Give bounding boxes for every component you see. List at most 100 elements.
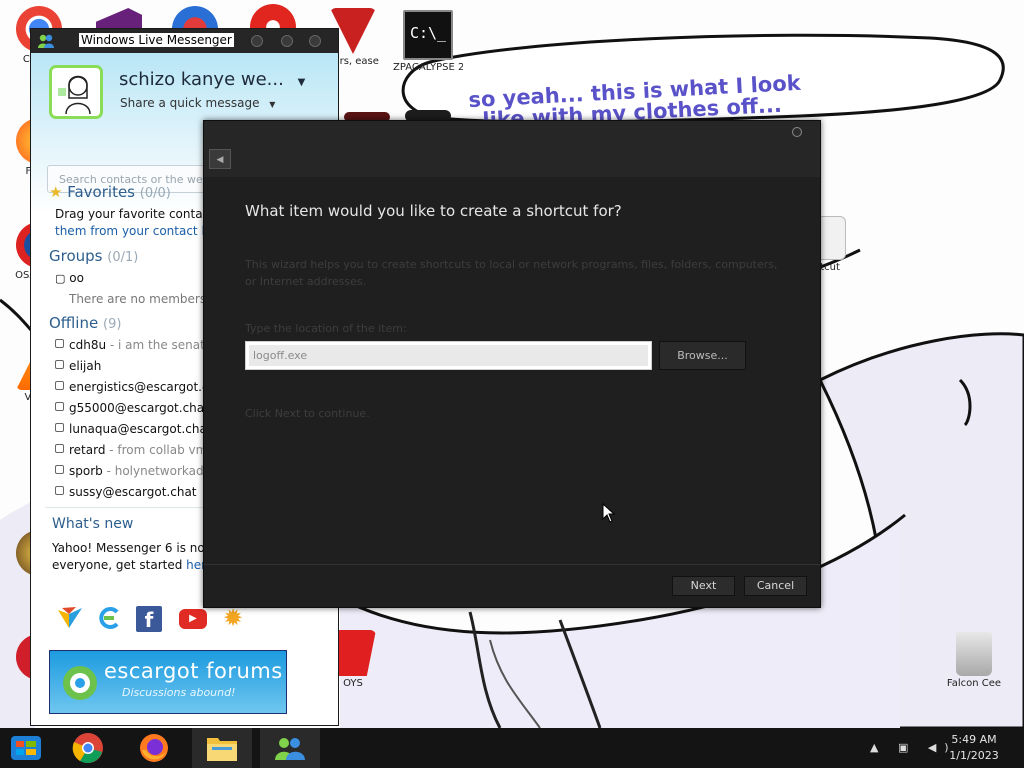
minimize-button[interactable] [251, 35, 263, 47]
taskbar-firefox[interactable] [126, 728, 182, 768]
chevron-down-icon[interactable]: ▼ [269, 100, 275, 109]
create-shortcut-dialog: ◀ What item would you like to create a s… [203, 120, 821, 608]
contact-name: sporb [69, 464, 103, 478]
taskbar-chrome[interactable] [60, 728, 116, 768]
chrome-icon [72, 733, 103, 764]
youtube-icon[interactable]: ▶ [179, 609, 207, 629]
whats-new-text: everyone, get started [52, 558, 187, 572]
favorites-hint-link[interactable]: them from your contact lis [55, 224, 214, 238]
contact-status-icon [55, 486, 64, 495]
display-name-text: schizo kanye we... [119, 69, 284, 90]
dialog-intro-line1: This wizard helps you to create shortcut… [245, 258, 778, 271]
desktop-icon-label: ZPACALYPSE 2.3 [393, 62, 463, 73]
favorites-header[interactable]: ★ Favorites (0/0) [49, 183, 171, 201]
contact-message: - from collab vm [105, 443, 208, 457]
location-input[interactable]: logoff.exe [245, 341, 652, 370]
facebook-icon[interactable]: f [136, 606, 162, 632]
groups-header[interactable]: Groups (0/1) [49, 247, 138, 265]
dialog-intro-line2: or Internet addresses. [245, 275, 367, 288]
escargot-forums-banner[interactable]: escargot forums Discussions abound! [49, 650, 287, 714]
contact-row[interactable]: sussy@escargot.chat [55, 485, 197, 499]
desktop-icon-zpacalypse[interactable]: C:\_ ZPACALYPSE 2.3 [393, 10, 463, 73]
messenger-titlebar[interactable]: Windows Live Messenger [31, 29, 338, 53]
escargot-logo-icon [63, 666, 97, 700]
clock-date: 1/1/2023 [949, 749, 999, 762]
banner-title: escargot forums [104, 659, 283, 683]
contact-status-icon [55, 465, 64, 474]
clock-time: 5:49 AM [951, 733, 997, 746]
group-item[interactable]: ▢ oo [55, 271, 84, 285]
contact-row[interactable]: sporb - holynetworkadapt [55, 464, 223, 478]
group-name: oo [69, 271, 84, 285]
next-button[interactable]: Next [672, 576, 735, 596]
offline-count: (9) [103, 317, 122, 332]
whats-new-line2: everyone, get started here [52, 558, 213, 572]
contact-name: lunaqua@escargot.chat [69, 422, 212, 436]
start-button[interactable] [0, 728, 52, 768]
whats-new-title: What's new [52, 516, 134, 532]
contact-name: sussy@escargot.chat [69, 485, 197, 499]
contact-name: retard [69, 443, 106, 457]
avatar-image-icon [58, 75, 91, 115]
firefox-icon [140, 734, 168, 762]
contact-status-icon [55, 381, 64, 390]
favorites-hint: Drag your favorite contact [55, 207, 214, 221]
taskbar-messenger[interactable] [260, 728, 320, 768]
contact-row[interactable]: g55000@escargot.chat [55, 401, 209, 415]
contact-name: g55000@escargot.chat [69, 401, 209, 415]
desktop-icon-label: Falcon Cee [946, 678, 1002, 689]
contact-status-icon [55, 402, 64, 411]
offline-header[interactable]: Offline (9) [49, 314, 121, 332]
status-message[interactable]: Share a quick message ▼ [120, 96, 275, 110]
offline-title: Offline [49, 314, 99, 332]
contact-row[interactable]: elijah [55, 359, 101, 373]
contact-row[interactable]: retard - from collab vm [55, 443, 207, 457]
contact-row[interactable]: lunaqua@escargot.chat [55, 422, 212, 436]
contact-status-icon [55, 423, 64, 432]
contact-name: energistics@escargot.cha [69, 380, 224, 394]
maximize-button[interactable] [281, 35, 293, 47]
groups-count: (0/1) [107, 250, 139, 265]
chevron-down-icon[interactable]: ▼ [298, 77, 306, 88]
contact-status-icon [55, 360, 64, 369]
cancel-button[interactable]: Cancel [744, 576, 807, 596]
messenger-footer: f ▶ ✹ escargot forums Discussions abound… [31, 594, 338, 725]
gear-icon[interactable]: ✹ [223, 604, 243, 632]
contact-name: cdh8u [69, 338, 107, 352]
group-icon: ▢ [55, 272, 66, 285]
close-button[interactable] [309, 35, 321, 47]
contact-row[interactable]: energistics@escargot.cha [55, 380, 224, 394]
messenger-buddy-icon [275, 738, 305, 760]
dialog-titlebar[interactable]: ◀ [204, 121, 820, 177]
contact-message: - i am the senate [106, 338, 213, 352]
desktop-icon-recycle-bin[interactable]: Falcon Cee [939, 632, 1009, 689]
contact-row[interactable]: cdh8u - i am the senate [55, 338, 212, 352]
favorites-count: (0/0) [139, 186, 171, 201]
close-button[interactable] [792, 127, 802, 137]
group-empty-text: There are no members i [69, 292, 214, 306]
clock[interactable]: 5:49 AM 1/1/2023 [944, 732, 1004, 764]
whats-new-line1: Yahoo! Messenger 6 is now [52, 541, 215, 555]
back-button[interactable]: ◀ [209, 149, 231, 169]
contact-status-icon [55, 444, 64, 453]
windows-live-icon[interactable] [57, 606, 83, 630]
favorites-title: Favorites [67, 183, 135, 201]
location-label: Type the location of the item: [245, 322, 407, 335]
dialog-question: What item would you like to create a sho… [245, 202, 622, 220]
location-input-value[interactable]: logoff.exe [249, 345, 648, 366]
taskbar-file-explorer[interactable] [192, 728, 252, 768]
contact-name: elijah [69, 359, 102, 373]
display-name[interactable]: schizo kanye we... ▼ [119, 69, 305, 90]
taskbar: ▲ ▣ ◀) 5:49 AM 1/1/2023 [0, 728, 1024, 768]
contact-status-icon [55, 339, 64, 348]
start-orb-icon [11, 736, 41, 760]
continue-text: Click Next to continue. [245, 407, 370, 420]
star-icon: ★ [49, 183, 63, 201]
browse-button[interactable]: Browse... [659, 341, 746, 370]
messenger-buddy-icon [38, 34, 54, 48]
escargot-icon[interactable] [97, 606, 121, 630]
status-message-text: Share a quick message [120, 96, 260, 110]
groups-title: Groups [49, 247, 103, 265]
avatar[interactable] [49, 65, 103, 119]
dialog-footer-divider [204, 564, 820, 565]
